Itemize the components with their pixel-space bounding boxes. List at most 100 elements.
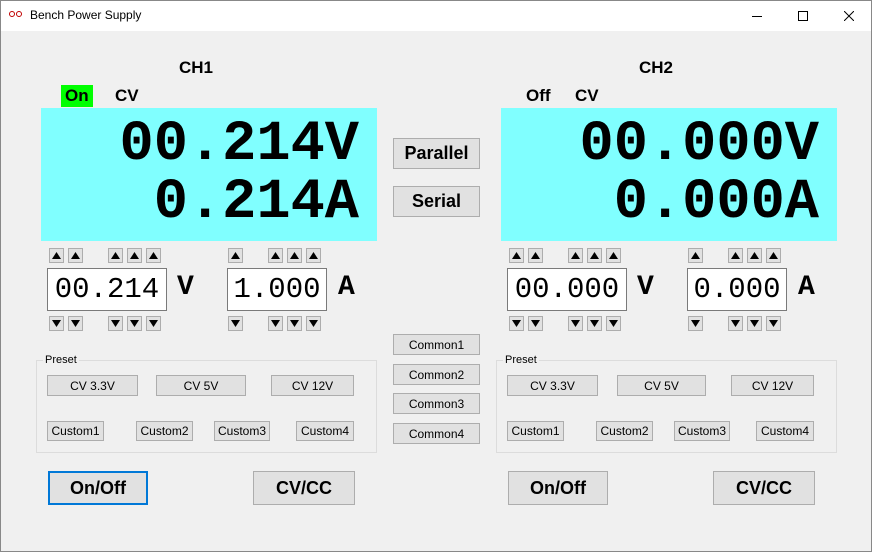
ch2-current-digit4-down-button[interactable] xyxy=(766,316,781,331)
triangle-down-icon xyxy=(111,320,120,327)
ch1-voltage-digit5-up-button[interactable] xyxy=(146,248,161,263)
ch2-voltage-digit2-up-button[interactable] xyxy=(528,248,543,263)
ch2-current-unit: A xyxy=(798,272,815,303)
triangle-up-icon xyxy=(609,252,618,259)
ch2-display: 00.000V 0.000A xyxy=(501,108,837,241)
triangle-up-icon xyxy=(52,252,61,259)
ch1-voltage-digit3-down-button[interactable] xyxy=(108,316,123,331)
ch2-voltage-digit3-down-button[interactable] xyxy=(568,316,583,331)
ch1-preset-custom3-button[interactable]: Custom3 xyxy=(214,421,270,441)
ch2-preset-custom3-button[interactable]: Custom3 xyxy=(674,421,730,441)
ch1-voltage-digit1-down-button[interactable] xyxy=(49,316,64,331)
ch1-current-digit1-down-button[interactable] xyxy=(228,316,243,331)
ch2-current-set-field[interactable]: 0.000 xyxy=(687,268,787,311)
ch2-voltage-digit4-up-button[interactable] xyxy=(587,248,602,263)
ch1-mode: CV xyxy=(115,86,139,105)
ch2-preset-cv-5v-button[interactable]: CV 5V xyxy=(617,375,706,396)
triangle-up-icon xyxy=(531,252,540,259)
triangle-up-icon xyxy=(309,252,318,259)
ch1-current-digit3-down-button[interactable] xyxy=(287,316,302,331)
triangle-up-icon xyxy=(512,252,521,259)
triangle-up-icon xyxy=(290,252,299,259)
triangle-down-icon xyxy=(231,320,240,327)
maximize-button[interactable] xyxy=(780,0,826,31)
ch1-preset-custom2-button[interactable]: Custom2 xyxy=(136,421,193,441)
close-icon xyxy=(844,10,854,21)
triangle-down-icon xyxy=(71,320,80,327)
ch1-output-state: On xyxy=(61,85,93,107)
ch1-preset-custom1-button[interactable]: Custom1 xyxy=(47,421,104,441)
ch2-voltage-digit5-down-button[interactable] xyxy=(606,316,621,331)
triangle-down-icon xyxy=(512,320,521,327)
common3-button[interactable]: Common3 xyxy=(393,393,480,414)
ch2-voltage-digit3-up-button[interactable] xyxy=(568,248,583,263)
triangle-down-icon xyxy=(609,320,618,327)
ch1-preset-cv-5v-button[interactable]: CV 5V xyxy=(156,375,246,396)
ch2-preset-cv-12v-button[interactable]: CV 12V xyxy=(731,375,814,396)
ch1-voltage-unit: V xyxy=(177,272,194,303)
ch1-preset-custom4-button[interactable]: Custom4 xyxy=(296,421,354,441)
ch2-current-digit3-down-button[interactable] xyxy=(747,316,762,331)
power-supply-icon xyxy=(9,10,23,18)
ch2-voltage-digit2-down-button[interactable] xyxy=(528,316,543,331)
ch1-voltage-digit2-down-button[interactable] xyxy=(68,316,83,331)
ch1-cvcc-button[interactable]: CV/CC xyxy=(253,471,355,505)
common2-button[interactable]: Common2 xyxy=(393,364,480,385)
ch2-onoff-button[interactable]: On/Off xyxy=(508,471,608,505)
triangle-up-icon xyxy=(769,252,778,259)
ch2-current-digit2-down-button[interactable] xyxy=(728,316,743,331)
ch2-preset-custom1-button[interactable]: Custom1 xyxy=(507,421,564,441)
triangle-up-icon xyxy=(731,252,740,259)
ch2-voltage-digit1-up-button[interactable] xyxy=(509,248,524,263)
close-button[interactable] xyxy=(826,0,872,31)
ch1-current-set-field[interactable]: 1.000 xyxy=(227,268,327,311)
triangle-up-icon xyxy=(111,252,120,259)
ch1-voltage-digit2-up-button[interactable] xyxy=(68,248,83,263)
common1-button[interactable]: Common1 xyxy=(393,334,480,355)
triangle-down-icon xyxy=(750,320,759,327)
ch1-title: CH1 xyxy=(179,58,214,77)
ch1-display: 00.214V 0.214A xyxy=(41,108,377,241)
ch2-cvcc-button[interactable]: CV/CC xyxy=(713,471,815,505)
ch1-voltage-digit5-down-button[interactable] xyxy=(146,316,161,331)
ch1-voltage-digit4-down-button[interactable] xyxy=(127,316,142,331)
ch2-voltage-readout: 00.000V xyxy=(579,113,819,177)
ch2-preset-custom2-button[interactable]: Custom2 xyxy=(596,421,653,441)
triangle-down-icon xyxy=(731,320,740,327)
ch1-current-digit4-up-button[interactable] xyxy=(306,248,321,263)
ch2-current-digit3-up-button[interactable] xyxy=(747,248,762,263)
ch2-preset-cv-3v3-button[interactable]: CV 3.3V xyxy=(507,375,598,396)
ch2-current-digit1-up-button[interactable] xyxy=(688,248,703,263)
common4-button[interactable]: Common4 xyxy=(393,423,480,444)
triangle-down-icon xyxy=(290,320,299,327)
ch1-voltage-digit4-up-button[interactable] xyxy=(127,248,142,263)
ch2-voltage-unit: V xyxy=(637,272,654,303)
ch2-voltage-digit1-down-button[interactable] xyxy=(509,316,524,331)
serial-button[interactable]: Serial xyxy=(393,186,480,217)
ch1-voltage-digit1-up-button[interactable] xyxy=(49,248,64,263)
ch1-current-digit2-down-button[interactable] xyxy=(268,316,283,331)
minimize-button[interactable] xyxy=(734,0,780,31)
ch2-current-digit2-up-button[interactable] xyxy=(728,248,743,263)
ch1-current-digit4-down-button[interactable] xyxy=(306,316,321,331)
ch2-voltage-digit5-up-button[interactable] xyxy=(606,248,621,263)
triangle-down-icon xyxy=(149,320,158,327)
ch1-preset-cv-3v3-button[interactable]: CV 3.3V xyxy=(47,375,138,396)
ch1-preset-label: Preset xyxy=(43,354,79,366)
ch1-preset-cv-12v-button[interactable]: CV 12V xyxy=(271,375,354,396)
ch1-current-digit1-up-button[interactable] xyxy=(228,248,243,263)
parallel-button[interactable]: Parallel xyxy=(393,138,480,169)
ch1-current-digit2-up-button[interactable] xyxy=(268,248,283,263)
ch2-current-digit4-up-button[interactable] xyxy=(766,248,781,263)
ch1-current-digit3-up-button[interactable] xyxy=(287,248,302,263)
ch2-preset-custom4-button[interactable]: Custom4 xyxy=(756,421,814,441)
ch1-voltage-digit3-up-button[interactable] xyxy=(108,248,123,263)
ch2-voltage-set-field[interactable]: 00.000 xyxy=(507,268,627,311)
ch1-onoff-button[interactable]: On/Off xyxy=(48,471,148,505)
ch1-voltage-set-field[interactable]: 00.214 xyxy=(47,268,167,311)
window-title: Bench Power Supply xyxy=(30,8,142,22)
triangle-up-icon xyxy=(691,252,700,259)
ch2-current-digit1-down-button[interactable] xyxy=(688,316,703,331)
ch2-title: CH2 xyxy=(639,58,674,77)
ch2-voltage-digit4-down-button[interactable] xyxy=(587,316,602,331)
